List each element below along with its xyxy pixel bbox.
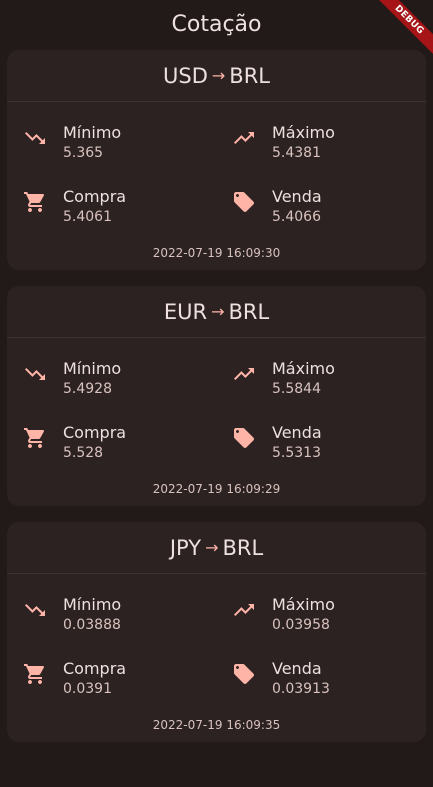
quote-list: USD → BRL Mínimo 5.365 Máximo 5.4381 Com… [0,50,433,742]
currency-pair-header: EUR → BRL [7,286,426,338]
trending-up-icon [216,350,272,386]
debug-banner: DEBUG [363,0,433,70]
stat-label: Mínimo [63,123,122,142]
stat-value: 5.4066 [272,209,321,225]
shopping-cart-icon [7,178,63,214]
stat-value: 5.5844 [272,381,321,397]
stat-label: Compra [63,187,127,206]
stat-min: Mínimo 0.03888 [7,586,216,650]
stat-value: 5.528 [63,445,104,461]
currency-from: USD [163,63,208,88]
stat-value: 5.4061 [63,209,112,225]
app-screen: Cotação DEBUG USD → BRL Mínimo 5.365 Máx… [0,0,433,787]
currency-from: JPY [169,535,202,560]
quote-card-jpy: JPY → BRL Mínimo 0.03888 Máximo 0.03958 … [7,522,426,742]
trending-up-icon [216,586,272,622]
stat-value: 5.5313 [272,445,321,461]
shopping-cart-icon [7,414,63,450]
stat-label: Compra [63,659,127,678]
trending-down-icon [7,114,63,150]
currency-to: BRL [228,299,270,324]
stat-buy: Compra 5.528 [7,414,216,478]
price-tag-icon [216,178,272,214]
stat-label: Venda [272,423,322,442]
stat-value: 5.4381 [272,145,321,161]
stat-min: Mínimo 5.4928 [7,350,216,414]
stat-value: 0.03958 [272,617,330,633]
stat-sell: Venda 5.4066 [216,178,425,242]
trending-down-icon [7,586,63,622]
stat-label: Compra [63,423,127,442]
stat-label: Máximo [272,123,335,142]
stat-label: Máximo [272,595,335,614]
stat-min: Mínimo 5.365 [7,114,216,178]
currency-pair-header: JPY → BRL [7,522,426,574]
price-tag-icon [216,650,272,686]
stat-label: Máximo [272,359,335,378]
currency-to: BRL [229,63,270,88]
stat-value: 0.03888 [63,617,121,633]
currency-to: BRL [222,535,264,560]
stat-sell: Venda 0.03913 [216,650,425,714]
shopping-cart-icon [7,650,63,686]
trending-up-icon [216,114,272,150]
stat-value: 0.0391 [63,681,112,697]
arrow-right-icon: → [211,66,226,85]
stat-value: 5.365 [63,145,104,161]
stat-sell: Venda 5.5313 [216,414,425,478]
arrow-right-icon: → [211,302,225,321]
stat-label: Mínimo [63,359,122,378]
currency-from: EUR [163,299,208,324]
quote-timestamp: 2022-07-19 16:09:30 [152,246,281,260]
quote-card-eur: EUR → BRL Mínimo 5.4928 Máximo 5.5844 Co… [7,286,426,506]
stat-max: Máximo 0.03958 [216,586,425,650]
price-tag-icon [216,414,272,450]
stat-buy: Compra 0.0391 [7,650,216,714]
stat-value: 0.03913 [272,681,330,697]
quote-timestamp: 2022-07-19 16:09:35 [152,718,281,732]
stat-buy: Compra 5.4061 [7,178,216,242]
debug-label: DEBUG [371,0,433,58]
stat-label: Venda [272,187,322,206]
stat-label: Mínimo [63,595,122,614]
stat-max: Máximo 5.4381 [216,114,425,178]
arrow-right-icon: → [205,538,219,557]
quote-timestamp: 2022-07-19 16:09:29 [152,482,281,496]
stat-value: 5.4928 [63,381,112,397]
trending-down-icon [7,350,63,386]
stat-max: Máximo 5.5844 [216,350,425,414]
stat-label: Venda [272,659,322,678]
quote-card-usd: USD → BRL Mínimo 5.365 Máximo 5.4381 Com… [7,50,426,270]
